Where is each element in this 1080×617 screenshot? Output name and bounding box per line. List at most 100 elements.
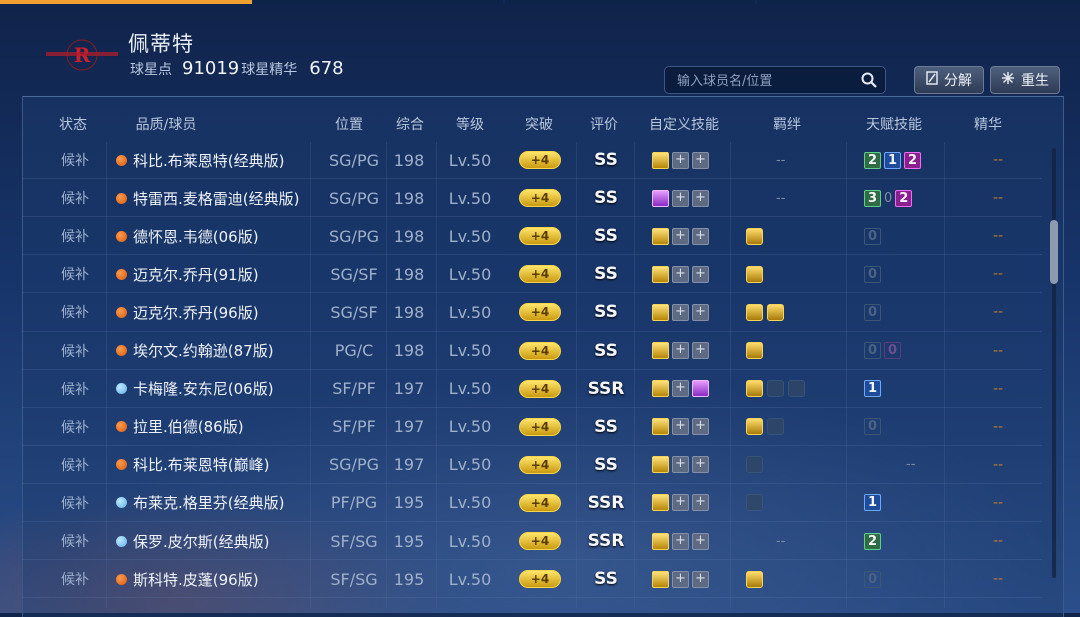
talent-badge[interactable]: 0 [884,342,901,359]
table-row[interactable]: 候补 科比.布莱恩特(巅峰) SG/PG 197 Lv.50 +4 SS + + -- -- [22,446,1042,484]
add-skill-slot-icon[interactable]: + [692,418,709,436]
talent-badge[interactable]: 3 [864,189,881,207]
bond-icon[interactable] [746,303,763,321]
add-skill-slot-icon[interactable]: + [692,303,709,321]
table-row[interactable]: 候补 迈克尔.乔丹(91版) SG/SF 198 Lv.50 +4 SS + +0 -- [22,255,1042,293]
add-skill-slot-icon[interactable]: + [692,151,709,169]
talent-badge[interactable]: 2 [904,151,921,169]
col-position[interactable]: 位置 [335,114,363,134]
add-skill-slot-icon[interactable]: + [692,570,709,588]
player-cell[interactable]: 特雷西.麦格雷迪(经典版) [116,179,299,217]
bond-icon[interactable] [788,380,805,398]
bond-icon[interactable] [746,342,763,359]
add-skill-slot-icon[interactable]: + [672,456,689,474]
col-rating[interactable]: 评价 [590,114,618,134]
custom-skill-icon[interactable] [652,303,669,321]
table-row[interactable]: 候补 迈克尔.乔丹(96版) SG/SF 198 Lv.50 +4 SS + +0 -- [22,293,1042,331]
talent-badge[interactable]: -- [906,456,915,473]
scrollbar-track[interactable] [1052,148,1056,578]
table-row[interactable]: 候补 埃尔文.约翰逊(87版) PG/C 198 Lv.50 +4 SS + +0 0 -- [22,332,1042,370]
col-player[interactable]: 品质/球员 [136,114,197,134]
add-skill-slot-icon[interactable]: + [692,342,709,359]
player-cell[interactable]: 埃尔文.约翰逊(87版) [116,332,274,370]
custom-skill-icon[interactable] [652,532,669,550]
player-cell[interactable]: 科比.布莱恩特(经典版) [116,141,284,179]
player-cell[interactable]: 拉里.伯德(86版) [116,408,244,446]
player-cell[interactable]: 斯科特.皮蓬(96版) [116,560,259,598]
custom-skill-icon[interactable] [652,570,669,588]
bond-icon[interactable] [767,303,784,321]
col-essence[interactable]: 精华 [974,114,1002,134]
rebirth-button[interactable]: 重生 [990,66,1060,94]
custom-skill-icon[interactable] [692,380,709,398]
add-skill-slot-icon[interactable]: + [692,456,709,474]
bond-icon[interactable] [767,380,784,398]
player-cell[interactable]: 科比.布莱恩特(巅峰) [116,446,269,484]
add-skill-slot-icon[interactable]: + [672,227,689,245]
custom-skill-icon[interactable] [652,342,669,359]
col-custom-skills[interactable]: 自定义技能 [649,114,719,134]
talent-badge[interactable]: 2 [895,189,913,207]
custom-skill-icon[interactable] [652,380,669,398]
col-status[interactable]: 状态 [59,114,87,134]
custom-skill-icon[interactable] [652,456,669,474]
search-box[interactable] [664,66,886,94]
add-skill-slot-icon[interactable]: + [672,265,689,283]
bond-icon[interactable] [746,265,763,283]
add-skill-slot-icon[interactable]: + [692,494,709,512]
bond-icon[interactable] [746,456,763,474]
table-row[interactable]: 候补 卡梅隆.安东尼(06版) SF/PF 197 Lv.50 +4 SSR +1 -- [22,370,1042,408]
player-cell[interactable]: 布莱克.格里芬(经典版) [116,484,284,522]
bond-icon[interactable] [746,570,763,588]
table-row[interactable]: 候补 布莱克.格里芬(经典版) PF/PG 195 Lv.50 +4 SSR + +1 -- [22,484,1042,522]
add-skill-slot-icon[interactable]: + [692,189,709,207]
talent-badge[interactable]: 0 [864,303,881,321]
table-row[interactable]: 候补 斯科特.皮蓬(96版) SF/SG 195 Lv.50 +4 SS + +0 -- [22,560,1042,598]
table-row[interactable]: 候补 德怀恩.韦德(06版) SG/PG 198 Lv.50 +4 SS + +0 -- [22,217,1042,255]
add-skill-slot-icon[interactable]: + [672,532,689,550]
search-input[interactable] [675,70,849,92]
talent-badge[interactable]: 0 [884,190,892,207]
bond-icon[interactable] [767,418,784,436]
talent-badge[interactable]: 0 [864,227,881,245]
col-level[interactable]: 等级 [456,114,484,134]
table-row[interactable]: 候补 科比.布莱恩特(经典版) SG/PG 198 Lv.50 +4 SS + + -- 2 1 2 -- [22,141,1042,179]
table-row[interactable]: 候补 保罗.皮尔斯(经典版) SF/SG 195 Lv.50 +4 SSR + + -- 2 -- [22,522,1042,560]
talent-badge[interactable]: 1 [884,151,901,169]
col-overall[interactable]: 综合 [396,114,424,134]
add-skill-slot-icon[interactable]: + [672,494,689,512]
add-skill-slot-icon[interactable]: + [672,189,689,207]
add-skill-slot-icon[interactable]: + [672,380,689,398]
bond-icon[interactable] [746,494,763,512]
player-cell[interactable]: 保罗.皮尔斯(经典版) [116,522,269,560]
col-bonds[interactable]: 羁绊 [773,114,801,134]
player-cell[interactable]: 德怀恩.韦德(06版) [116,217,259,255]
search-icon[interactable] [861,72,877,92]
decompose-button[interactable]: 分解 [914,66,984,94]
add-skill-slot-icon[interactable]: + [692,265,709,283]
custom-skill-icon[interactable] [652,227,669,245]
player-cell[interactable]: 卡梅隆.安东尼(06版) [116,370,274,408]
talent-badge[interactable]: 0 [864,265,881,283]
add-skill-slot-icon[interactable]: + [672,342,689,359]
add-skill-slot-icon[interactable]: + [672,151,689,169]
talent-badge[interactable]: 2 [864,151,881,169]
add-skill-slot-icon[interactable]: + [672,418,689,436]
player-cell[interactable]: 迈克尔.乔丹(91版) [116,255,259,293]
bond-icon[interactable] [746,380,763,398]
add-skill-slot-icon[interactable]: + [692,532,709,550]
col-talents[interactable]: 天赋技能 [866,114,922,134]
bond-icon[interactable] [746,418,763,436]
custom-skill-icon[interactable] [652,189,669,207]
add-skill-slot-icon[interactable]: + [672,303,689,321]
table-row[interactable]: 候补 拉里.伯德(86版) SF/PF 197 Lv.50 +4 SS + +0 -- [22,408,1042,446]
custom-skill-icon[interactable] [652,265,669,283]
custom-skill-icon[interactable] [652,151,669,169]
talent-badge[interactable]: 1 [864,494,881,512]
col-breakthrough[interactable]: 突破 [525,114,553,134]
scrollbar-thumb[interactable] [1050,220,1058,284]
talent-badge[interactable]: 0 [864,570,881,588]
talent-badge[interactable]: 2 [864,532,881,550]
add-skill-slot-icon[interactable]: + [672,570,689,588]
talent-badge[interactable]: 0 [864,418,881,436]
